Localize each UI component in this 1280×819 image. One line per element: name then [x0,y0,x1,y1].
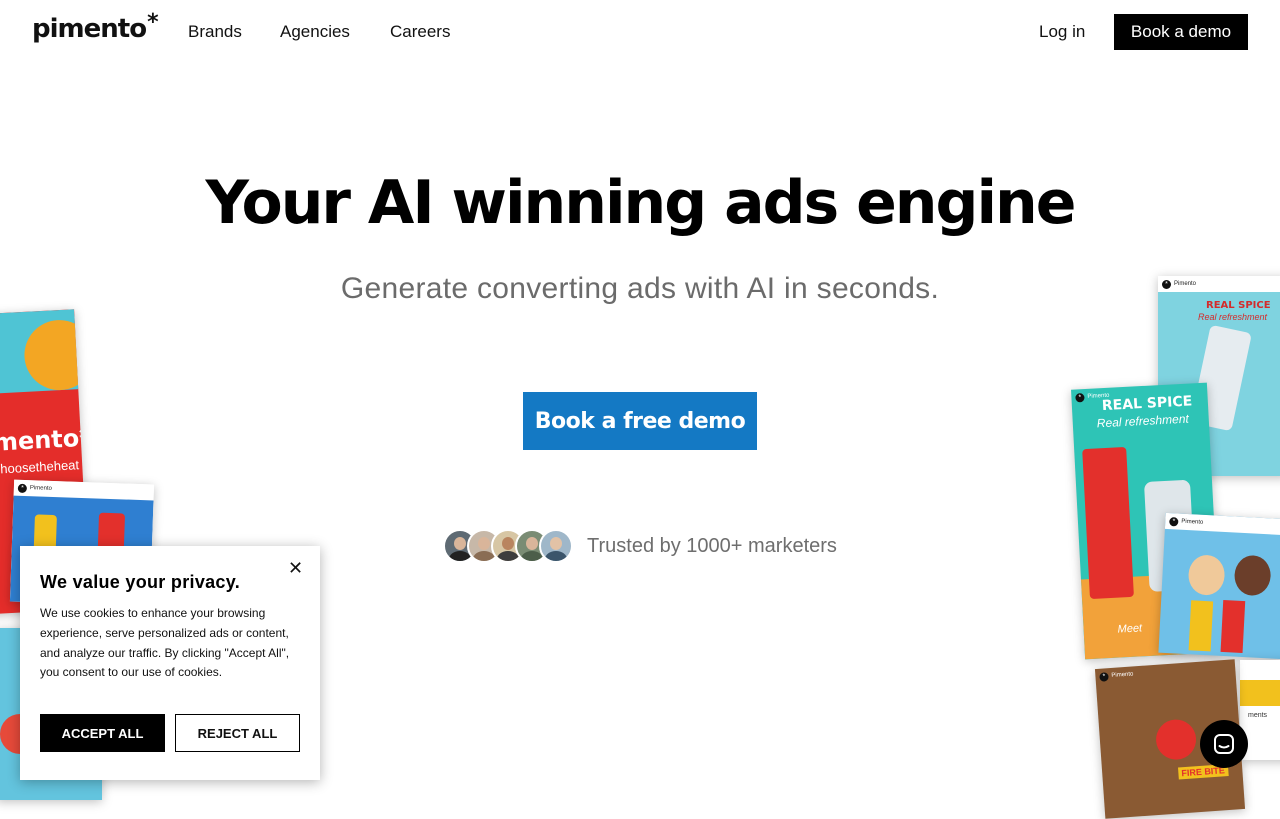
ad-subheadline: Real refreshment [1096,411,1190,431]
ad-image-person [1233,554,1272,597]
ad-card-friends: * Pimento [1158,512,1280,660]
ad-image-banner [1240,680,1280,706]
ad-brand-name: Pimento [1181,518,1204,526]
book-free-demo-button[interactable]: Book a free demo [523,392,757,450]
reject-all-button[interactable]: REJECT ALL [175,714,300,752]
nav-link-careers[interactable]: Careers [390,22,450,42]
chat-icon [1214,734,1234,754]
ad-brand-text: mento* [0,423,90,457]
logo-text: pimento [32,14,147,44]
ad-caption: Meet [1117,622,1143,636]
ad-image-bottle [1220,599,1246,654]
ad-headline: REAL SPICE [1206,300,1271,311]
nav-link-agencies[interactable]: Agencies [280,22,350,42]
accept-all-button[interactable]: ACCEPT ALL [40,714,165,752]
trusted-by-section: Trusted by 1000+ marketers [443,529,837,563]
ad-hashtag: hoosetheheat [0,457,80,477]
hero-subtitle: Generate converting ads with AI in secon… [340,272,940,305]
ad-card-header: * Pimento [1095,659,1236,685]
top-navigation: pimento* Brands Agencies Careers Log in … [0,0,1280,64]
ad-image-glass [1082,446,1134,600]
ad-subheadline: Real refreshment [1198,312,1268,322]
cookie-title: We value your privacy. [40,572,241,592]
cookie-consent-dialog: ✕ We value your privacy. We use cookies … [20,546,320,780]
cookie-body: We use cookies to enhance your browsing … [40,606,290,680]
pimento-mini-logo: * [1075,392,1085,403]
pimento-mini-logo: * [17,483,28,493]
book-demo-button[interactable]: Book a demo [1114,14,1248,50]
ad-brand-name: Pimento [29,485,52,492]
ad-comment-count: ments [1248,712,1268,719]
nav-link-brands[interactable]: Brands [188,22,242,42]
ad-image-person [1187,554,1226,596]
ad-image-badge [1154,718,1198,761]
login-link[interactable]: Log in [1039,22,1085,42]
avatar [539,529,573,563]
pimento-mini-logo: * [1169,516,1179,527]
hero-title: Your AI winning ads engine [205,168,1077,238]
ad-card-header: * Pimento [1164,512,1280,536]
pimento-mini-logo: * [1162,279,1171,289]
close-icon[interactable]: ✕ [288,558,303,579]
pimento-mini-logo: * [1099,671,1109,682]
ad-brand-name: Pimento [1174,281,1197,287]
trusted-text: Trusted by 1000+ marketers [587,534,837,557]
ad-image-bottle [1188,600,1214,652]
chat-launcher-button[interactable] [1200,720,1248,768]
ad-headline: REAL SPICE [1101,393,1193,415]
ad-brand-name: Pimento [1111,671,1134,679]
pimento-logo[interactable]: pimento* [32,10,159,44]
logo-mark: * [147,10,158,35]
avatar-stack [443,529,573,563]
ad-card-header: * Pimento [1158,276,1280,292]
